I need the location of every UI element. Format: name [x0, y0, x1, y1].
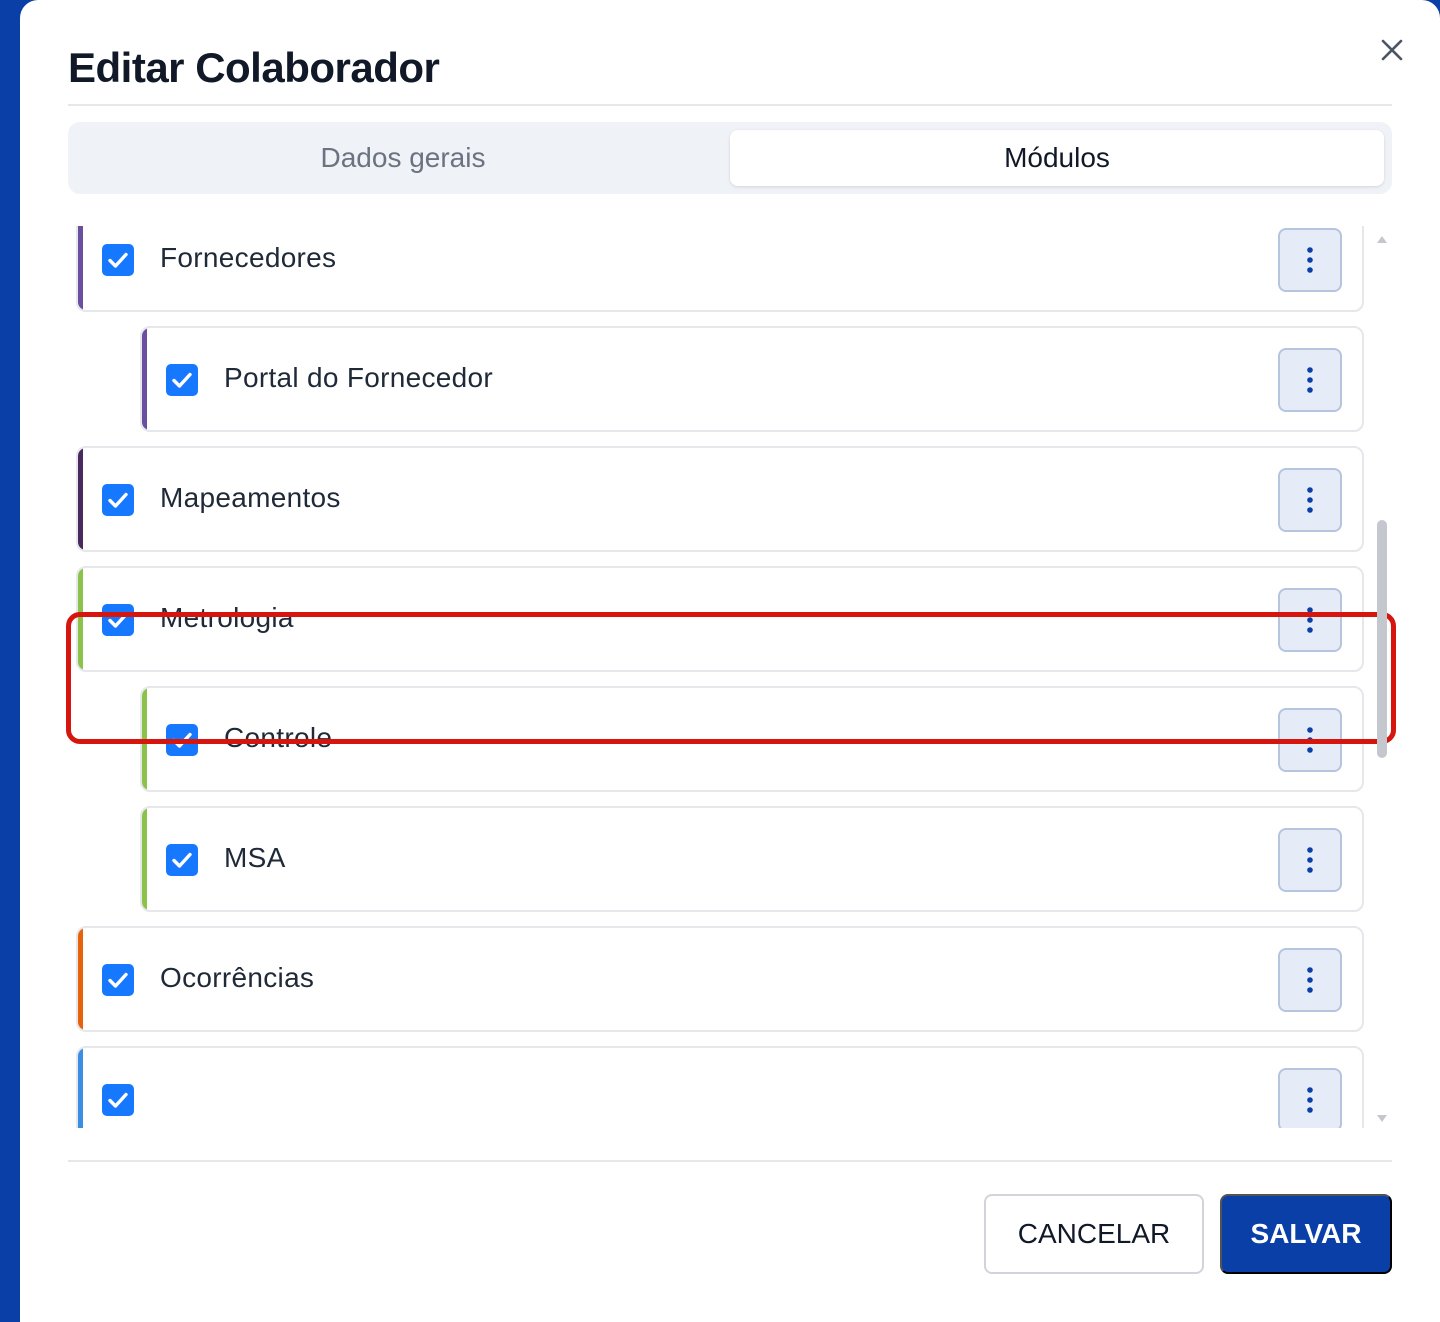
more-vertical-icon	[1307, 967, 1313, 993]
module-options-button[interactable]	[1278, 468, 1342, 532]
module-accent-bar	[142, 688, 147, 790]
module-accent-bar	[78, 928, 83, 1030]
module-checkbox[interactable]	[102, 604, 134, 636]
module-row-fornecedores: Fornecedores	[76, 226, 1364, 312]
module-label: Fornecedores	[160, 242, 337, 273]
module-options-button[interactable]	[1278, 348, 1342, 412]
module-label: Portal do Fornecedor	[224, 362, 494, 393]
module-checkbox[interactable]	[102, 244, 134, 276]
module-accent-bar	[142, 328, 147, 430]
more-vertical-icon	[1307, 1087, 1313, 1113]
more-vertical-icon	[1307, 487, 1313, 513]
module-row-mapeamentos: Mapeamentos	[76, 446, 1364, 552]
checkmark-icon	[108, 492, 128, 508]
close-icon[interactable]	[1376, 34, 1408, 66]
module-options-button[interactable]	[1278, 1068, 1342, 1128]
module-checkbox[interactable]	[102, 964, 134, 996]
module-options-button[interactable]	[1278, 828, 1342, 892]
checkmark-icon	[108, 612, 128, 628]
more-vertical-icon	[1307, 727, 1313, 753]
edit-collaborator-dialog: Editar Colaborador Dados gerais Módulos …	[20, 0, 1440, 1322]
header-divider	[68, 104, 1392, 106]
module-accent-bar	[78, 1048, 83, 1128]
more-vertical-icon	[1307, 847, 1313, 873]
tab-bar: Dados gerais Módulos	[68, 122, 1392, 194]
module-row-msa: MSA	[140, 806, 1364, 912]
module-checkbox[interactable]	[166, 844, 198, 876]
module-accent-bar	[78, 226, 83, 310]
checkmark-icon	[108, 972, 128, 988]
tab-dados-gerais[interactable]: Dados gerais	[76, 130, 730, 186]
module-label: Ocorrências	[160, 962, 315, 993]
module-row-portal-do-fornecedor: Portal do Fornecedor	[140, 326, 1364, 432]
scroll-up-arrow-icon[interactable]	[1376, 232, 1388, 244]
module-checkbox[interactable]	[102, 484, 134, 516]
checkmark-icon	[172, 732, 192, 748]
more-vertical-icon	[1307, 367, 1313, 393]
scrollbar-thumb[interactable]	[1377, 520, 1387, 758]
checkmark-icon	[108, 1092, 128, 1108]
module-accent-bar	[78, 568, 83, 670]
modules-list[interactable]: Fornecedores Portal do Fornecedor Mapeamen…	[68, 226, 1368, 1128]
cancel-button[interactable]: CANCELAR	[984, 1194, 1204, 1274]
module-accent-bar	[78, 448, 83, 550]
module-label: MSA	[224, 842, 286, 873]
more-vertical-icon	[1307, 607, 1313, 633]
module-options-button[interactable]	[1278, 228, 1342, 292]
module-row-module-8	[76, 1046, 1364, 1128]
module-options-button[interactable]	[1278, 708, 1342, 772]
module-checkbox[interactable]	[166, 364, 198, 396]
footer-divider	[68, 1160, 1392, 1162]
module-accent-bar	[142, 808, 147, 910]
save-button[interactable]: SALVAR	[1220, 1194, 1392, 1274]
module-row-controle: Controle	[140, 686, 1364, 792]
module-options-button[interactable]	[1278, 948, 1342, 1012]
checkmark-icon	[172, 852, 192, 868]
module-label: Mapeamentos	[160, 482, 341, 513]
tab-modulos[interactable]: Módulos	[730, 130, 1384, 186]
checkmark-icon	[172, 372, 192, 388]
module-row-ocorrencias: Ocorrências	[76, 926, 1364, 1032]
module-label: Metrologia	[160, 602, 294, 633]
module-checkbox[interactable]	[102, 1084, 134, 1116]
scroll-down-arrow-icon[interactable]	[1376, 1112, 1388, 1124]
scrollbar[interactable]	[1374, 226, 1390, 1128]
more-vertical-icon	[1307, 247, 1313, 273]
module-checkbox[interactable]	[166, 724, 198, 756]
module-row-metrologia: Metrologia	[76, 566, 1364, 672]
module-options-button[interactable]	[1278, 588, 1342, 652]
dialog-title: Editar Colaborador	[68, 44, 440, 91]
checkmark-icon	[108, 252, 128, 268]
module-label: Controle	[224, 722, 333, 753]
